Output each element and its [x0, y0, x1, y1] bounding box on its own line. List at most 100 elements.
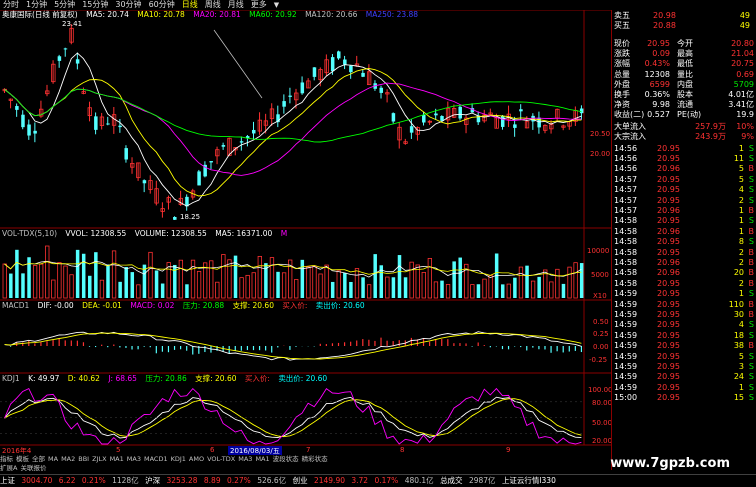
candle-body: [513, 124, 517, 128]
low-price-label: 18.25: [180, 213, 201, 221]
volume-bar: [549, 281, 554, 299]
volume-bar: [518, 266, 524, 299]
macd-value: MACD: 0.02: [130, 301, 175, 310]
volume-bar: [403, 277, 408, 298]
period-tab-7[interactable]: 周线: [205, 0, 221, 9]
sub-tab-0[interactable]: 扩展A: [0, 464, 17, 472]
volume-bar: [513, 277, 517, 298]
indicator-tab-8[interactable]: MA3: [127, 455, 141, 463]
macd-axis-1: 0.50: [593, 318, 609, 326]
indicator-tab-16[interactable]: 精彩状态: [302, 455, 328, 463]
kdj-header: KDJ1 K: 49.97 D: 40.62 J: 68.65 压力: 20.8…: [2, 374, 607, 383]
candle-body: [579, 108, 584, 114]
quote-row: 总量 12308 量比 0.69: [614, 69, 754, 79]
sh-value: 3004.70: [21, 476, 53, 485]
volume-bar: [281, 272, 287, 299]
volume-bar: [567, 266, 572, 299]
tick-row: 14:58 20.96 20 B: [614, 268, 754, 278]
indicator-tab-4[interactable]: MA2: [61, 455, 75, 463]
volume-bar: [476, 284, 481, 298]
volume-bar: [269, 257, 275, 299]
quote-row: 涨跌 0.09 最高 21.04: [614, 49, 754, 59]
kdj-axis-3: 50.00: [592, 419, 613, 427]
period-tab-4[interactable]: 30分钟: [115, 0, 141, 9]
indicator-tab-7[interactable]: MA1: [110, 455, 124, 463]
volume-bar: [118, 281, 122, 298]
period-tab-9[interactable]: 更多: [251, 0, 267, 9]
sub-tab-bar: 扩展A 关联报价: [0, 464, 611, 473]
vol-header: VOL-TDX(5,10) VVOL: 12308.55 VOLUME: 123…: [2, 229, 607, 238]
period-toolbar: 分时 1分钟 5分钟 15分钟 30分钟 60分钟 日线 周线 月线 更多 ▼: [0, 0, 756, 10]
tick-row: 14:59 20.95 1 S: [614, 289, 754, 299]
more-dropdown-icon[interactable]: ▼: [274, 1, 279, 9]
money-flow-row: 大宗流入 243.9万 9%: [614, 131, 754, 141]
ma5-value: MA5: 20.74: [86, 10, 129, 19]
indicator-tab-6[interactable]: ZJLX: [92, 455, 106, 463]
volume-bar: [130, 272, 135, 298]
kdj-title: KDJ1: [2, 374, 20, 383]
ma20-value: MA20: 20.81: [193, 10, 241, 19]
indicator-tab-5[interactable]: BBI: [78, 455, 89, 463]
tick-row: 14:58 20.95 1 S: [614, 216, 754, 226]
j-value: J: 68.65: [108, 374, 137, 383]
volume-bar: [99, 279, 105, 299]
indicator-tab-13[interactable]: MA3: [238, 455, 252, 463]
volume-bar: [561, 283, 566, 298]
kdj-axis-1: 100.00: [588, 386, 613, 394]
main-chart-header: 奥康国际(日线 前复权) MA5: 20.74 MA10: 20.78 MA20…: [2, 10, 607, 19]
month-mark-3: 8: [400, 446, 405, 454]
hs-amt: 526.6亿: [257, 476, 287, 485]
indicator-tab-2[interactable]: 全部: [32, 455, 45, 463]
volume-bar: [63, 265, 68, 299]
indicator-tab-14[interactable]: MA1: [255, 455, 269, 463]
cloud-quote[interactable]: 上证云行情l330: [502, 476, 556, 485]
tick-row: 14:57 20.95 4 S: [614, 185, 754, 195]
sh-name: 上证: [0, 476, 15, 485]
period-tab-1[interactable]: 1分钟: [26, 0, 47, 9]
indicator-tab-12[interactable]: VOL-TDX: [207, 455, 235, 463]
ma5-line: [4, 52, 582, 207]
candle-body: [500, 115, 505, 127]
volume-bar: [555, 268, 560, 299]
tick-row: 14:58 20.95 2 B: [614, 278, 754, 288]
period-tab-6[interactable]: 日线: [182, 0, 198, 9]
tick-row: 14:59 20.95 4 S: [614, 320, 754, 330]
volume-bar: [482, 278, 487, 299]
volume-bar: [530, 280, 536, 299]
sub-tab-1[interactable]: 关联报价: [20, 464, 46, 472]
indicator-tab-1[interactable]: 模板: [16, 455, 29, 463]
candle-body: [519, 109, 523, 112]
period-tab-0[interactable]: 分时: [3, 0, 19, 9]
indicator-tab-10[interactable]: KDJ1: [171, 455, 186, 463]
indicator-tab-11[interactable]: AMO: [189, 455, 204, 463]
dif-value: DIF: -0.00: [37, 301, 74, 310]
period-tab-8[interactable]: 月线: [228, 0, 244, 9]
candle-body: [288, 95, 292, 97]
volume-bar: [245, 274, 250, 299]
indicator-tab-3[interactable]: MA: [48, 455, 58, 463]
volume-bar: [124, 266, 128, 298]
tick-row: 14:56 20.95 1 S: [614, 143, 754, 153]
volume-bar: [178, 259, 184, 299]
indicator-tab-15[interactable]: 波段状态: [273, 455, 299, 463]
indicator-tab-0[interactable]: 指标: [0, 455, 13, 463]
cy-chg: 3.72: [351, 476, 369, 485]
volume-bar: [397, 255, 402, 298]
month-mark-1: 6: [210, 446, 215, 454]
status-bar: 上证 3004.70 6.22 0.21% 1128亿 沪深 3253.28 8…: [0, 474, 756, 487]
period-tab-2[interactable]: 5分钟: [54, 0, 75, 9]
indicator-tab-9[interactable]: MACD1: [144, 455, 168, 463]
quote-row: 现价 20.95 今开 20.80: [614, 39, 754, 48]
period-tab-5[interactable]: 60分钟: [149, 0, 175, 9]
tick-row: 14:56 20.96 5 B: [614, 164, 754, 174]
period-tab-3[interactable]: 15分钟: [82, 0, 108, 9]
candle-body: [209, 161, 213, 163]
tick-row: 14:59 20.95 18 S: [614, 330, 754, 340]
volume-bar: [51, 279, 56, 299]
volume-bar: [324, 264, 329, 299]
candle-body: [239, 141, 244, 143]
candle-body: [409, 126, 414, 133]
cy-pct: 0.17%: [374, 476, 399, 485]
d-value: D: 40.62: [67, 374, 100, 383]
cy-name: 创业: [292, 476, 308, 485]
